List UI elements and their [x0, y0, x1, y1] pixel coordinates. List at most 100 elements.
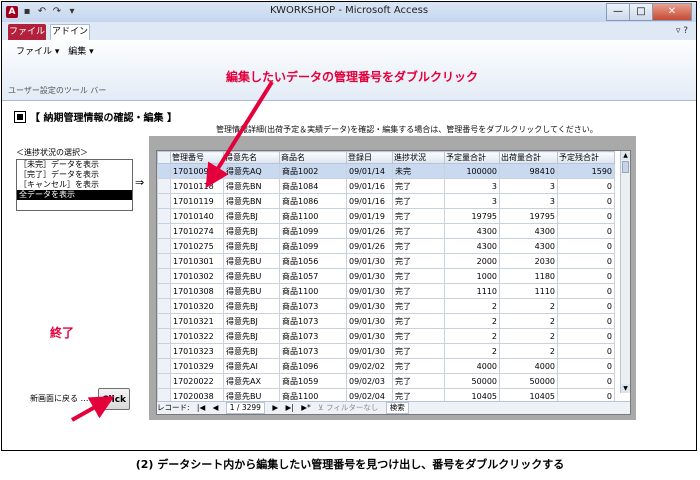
new-record-icon[interactable]: ▶* — [301, 403, 311, 412]
record-label: レコード: — [157, 403, 190, 412]
table-row[interactable]: 17010118 得意先BN 商品1084 09/01/16 完了 3 3 0 — [157, 178, 615, 194]
row-selector[interactable] — [157, 313, 171, 329]
column-header-5[interactable]: 予定量合計 — [444, 151, 500, 164]
management-number-cell[interactable]: 17010090 — [170, 163, 224, 179]
record-position[interactable]: 1 / 3299 — [225, 402, 265, 414]
minimize-button[interactable]: — — [606, 3, 630, 21]
table-row[interactable]: 17020022 得意先AX 商品1059 09/02/03 完了 50000 50000 0 — [157, 373, 615, 389]
status-filter-list[interactable]: ［未完］データを表示 ［完了］データを表示 ［キャンセル］を表示 全データを表示 — [16, 159, 133, 211]
table-cell: 得意先BU — [223, 253, 280, 269]
table-cell: 0 — [557, 238, 615, 254]
table-cell: 0 — [557, 343, 615, 359]
table-row[interactable]: 17010301 得意先BU 商品1056 09/01/30 完了 2000 2030 0 — [157, 253, 615, 269]
row-selector[interactable] — [157, 358, 171, 374]
table-row[interactable]: 17010274 得意先BJ 商品1099 09/01/26 完了 4300 4300 0 — [157, 223, 615, 239]
first-record-icon[interactable]: |◀ — [197, 403, 205, 412]
filter-option-incomplete[interactable]: ［未完］データを表示 — [17, 160, 132, 170]
maximize-button[interactable]: □ — [629, 3, 653, 21]
filter-option-complete[interactable]: ［完了］データを表示 — [17, 170, 132, 180]
management-number-cell[interactable]: 17010119 — [170, 193, 224, 209]
row-selector[interactable] — [157, 223, 171, 239]
scroll-thumb[interactable] — [622, 161, 629, 173]
table-cell: 商品1059 — [279, 373, 347, 389]
column-header-4[interactable]: 進捗状況 — [392, 151, 445, 164]
next-record-icon[interactable]: ▶ — [272, 403, 278, 412]
row-selector[interactable] — [157, 373, 171, 389]
management-number-cell[interactable]: 17010322 — [170, 328, 224, 344]
table-row[interactable]: 17010320 得意先BJ 商品1073 09/01/30 完了 2 2 0 — [157, 298, 615, 314]
management-number-cell[interactable]: 17010140 — [170, 208, 224, 224]
row-selector[interactable] — [157, 268, 171, 284]
management-number-cell[interactable]: 17010321 — [170, 313, 224, 329]
table-cell: 得意先BJ — [223, 298, 280, 314]
management-number-cell[interactable]: 17010308 — [170, 283, 224, 299]
table-cell: 商品1099 — [279, 223, 347, 239]
row-selector[interactable] — [157, 343, 171, 359]
table-row[interactable]: 17010308 得意先BU 商品1100 09/01/30 完了 1110 1110 0 — [157, 283, 615, 299]
row-selector[interactable] — [157, 193, 171, 209]
row-selector[interactable] — [157, 328, 171, 344]
management-number-cell[interactable]: 17010274 — [170, 223, 224, 239]
filter-option-cancel[interactable]: ［キャンセル］を表示 — [17, 180, 132, 190]
row-selector[interactable] — [157, 163, 171, 179]
ribbon-help-icons[interactable]: ▿ ? — [676, 26, 688, 36]
row-selector[interactable] — [157, 283, 171, 299]
scroll-down-icon[interactable]: ▼ — [621, 384, 630, 393]
back-click-button[interactable]: Click — [98, 388, 130, 410]
column-header-7[interactable]: 予定残合計 — [557, 151, 615, 164]
row-selector[interactable] — [157, 298, 171, 314]
form-title: 【 納期管理情報の確認・編集 】 — [30, 113, 177, 124]
management-number-cell[interactable]: 17010275 — [170, 238, 224, 254]
table-cell: 09/02/03 — [346, 373, 393, 389]
search-input[interactable]: 検索 — [385, 402, 409, 414]
table-row[interactable]: 17010302 得意先BU 商品1057 09/01/30 完了 1000 1180 0 — [157, 268, 615, 284]
table-row[interactable]: 17010322 得意先BJ 商品1073 09/01/30 完了 2 2 0 — [157, 328, 615, 344]
table-row[interactable]: 17010275 得意先BJ 商品1099 09/01/26 完了 4300 4300 0 — [157, 238, 615, 254]
menu-file[interactable]: ファイル ▾ — [16, 47, 59, 57]
table-cell: 98410 — [499, 163, 558, 179]
management-number-cell[interactable]: 17010302 — [170, 268, 224, 284]
table-cell: 4000 — [499, 358, 558, 374]
filter-option-all[interactable]: 全データを表示 — [17, 190, 132, 200]
table-cell: 2 — [499, 298, 558, 314]
select-all-corner[interactable] — [157, 151, 171, 164]
management-number-cell[interactable]: 17010118 — [170, 178, 224, 194]
table-cell: 3 — [499, 178, 558, 194]
vertical-scrollbar[interactable]: ▲ ▼ — [620, 151, 630, 393]
management-number-cell[interactable]: 17010301 — [170, 253, 224, 269]
tab-file[interactable]: ファイル — [8, 24, 46, 40]
table-row[interactable]: 17010321 得意先BJ 商品1073 09/01/30 完了 2 2 0 — [157, 313, 615, 329]
column-header-3[interactable]: 登録日 — [346, 151, 393, 164]
column-header-2[interactable]: 商品名 — [279, 151, 347, 164]
row-selector[interactable] — [157, 208, 171, 224]
table-row[interactable]: 17010090 得意先AQ 商品1002 09/01/14 未完 100000 98410… — [157, 163, 615, 179]
management-number-cell[interactable]: 17010323 — [170, 343, 224, 359]
menu-edit[interactable]: 編集 ▾ — [68, 47, 93, 57]
table-cell: 0 — [557, 208, 615, 224]
table-cell: 2 — [499, 343, 558, 359]
management-number-cell[interactable]: 17010329 — [170, 358, 224, 374]
row-selector[interactable] — [157, 253, 171, 269]
table-cell: 100000 — [444, 163, 500, 179]
management-number-cell[interactable]: 17020022 — [170, 373, 224, 389]
row-selector[interactable] — [157, 238, 171, 254]
table-cell: 完了 — [392, 238, 445, 254]
table-row[interactable]: 17010323 得意先BJ 商品1073 09/01/30 完了 2 2 0 — [157, 343, 615, 359]
close-button[interactable]: ✕ — [652, 3, 692, 21]
management-number-cell[interactable]: 17010320 — [170, 298, 224, 314]
table-cell: 09/01/30 — [346, 313, 393, 329]
row-selector[interactable] — [157, 178, 171, 194]
column-header-1[interactable]: 得意先名 — [223, 151, 280, 164]
table-cell: 0 — [557, 373, 615, 389]
table-row[interactable]: 17010119 得意先BN 商品1086 09/01/16 完了 3 3 0 — [157, 193, 615, 209]
column-header-6[interactable]: 出荷量合計 — [499, 151, 558, 164]
table-row[interactable]: 17010140 得意先BJ 商品1100 09/01/19 完了 19795 19795 0 — [157, 208, 615, 224]
prev-record-icon[interactable]: ◀ — [213, 403, 219, 412]
datasheet-panel: 管理番号 得意先名 商品名 登録日 進捗状況 予定量合計 出荷量合計 予定残合計 170100… — [149, 136, 636, 420]
column-header-0[interactable]: 管理番号 — [170, 151, 224, 164]
last-record-icon[interactable]: ▶| — [286, 403, 294, 412]
table-row[interactable]: 17010329 得意先AI 商品1096 09/02/02 完了 4000 4000 0 — [157, 358, 615, 374]
scroll-up-icon[interactable]: ▲ — [621, 151, 630, 160]
tab-addin[interactable]: アドイン — [50, 24, 90, 40]
no-filter-indicator[interactable]: ⊻ フィルターなし — [318, 403, 378, 412]
